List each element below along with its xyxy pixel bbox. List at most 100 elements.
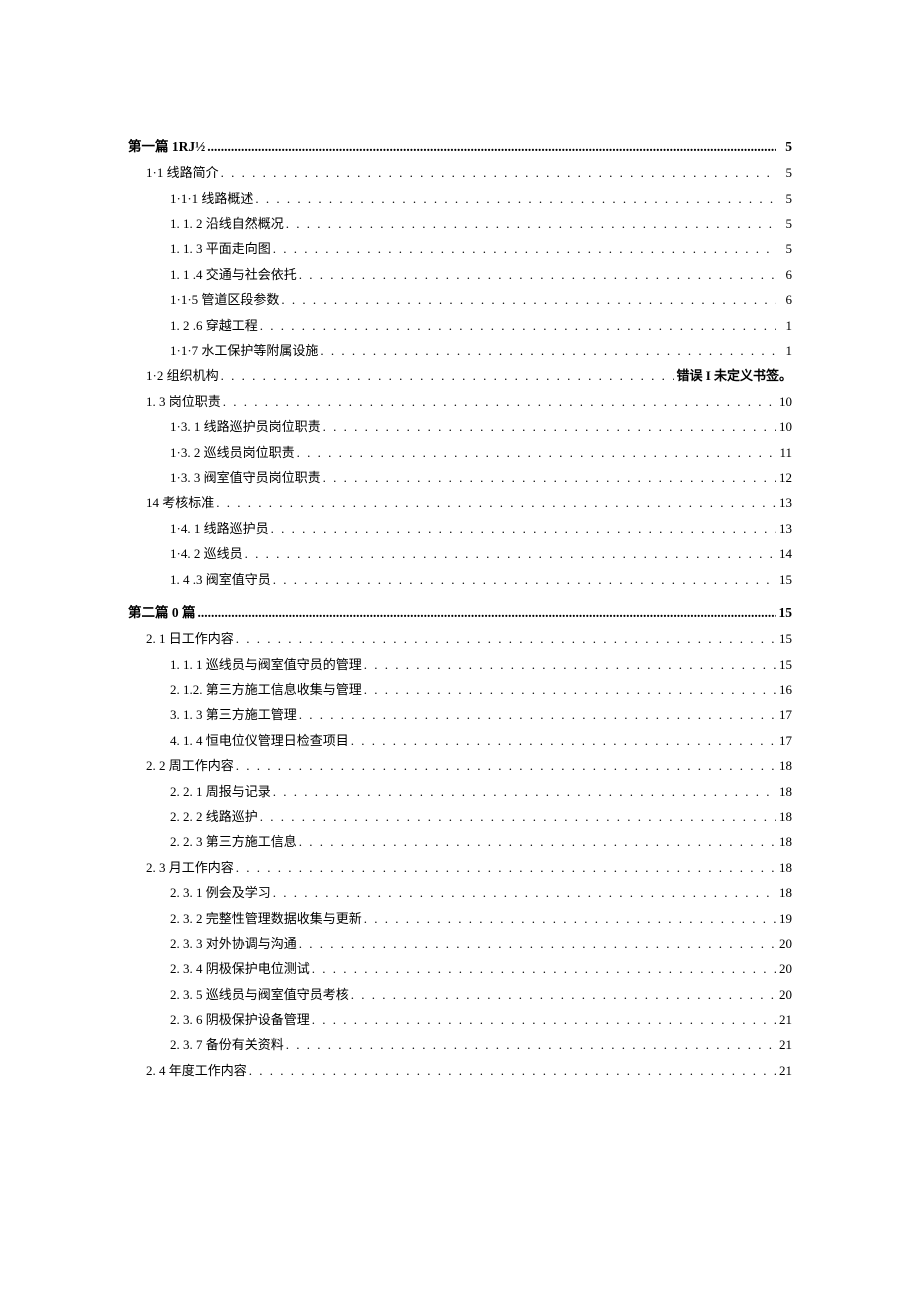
- toc-entry: 2. 3. 2 完整性管理数据收集与更新19: [128, 907, 792, 930]
- toc-leader-dots: [364, 653, 776, 676]
- toc-entry: 2. 4 年度工作内容 21: [128, 1059, 792, 1082]
- toc-leader-dots: [207, 135, 776, 159]
- toc-entry: 2. 2. 1 周报与记录 18: [128, 780, 792, 803]
- toc-label: 2. 4 年度工作内容: [146, 1059, 247, 1082]
- toc-page-number: 11: [778, 441, 792, 464]
- toc-page-number: 15: [778, 653, 792, 676]
- toc-label: 2. 3. 6 阴极保护设备管理: [170, 1008, 310, 1031]
- toc-leader-dots: [223, 390, 776, 413]
- toc-leader-dots: [297, 441, 776, 464]
- toc-label: 1. 1. 2 沿线自然概况: [170, 212, 284, 235]
- toc-leader-dots: [299, 263, 776, 286]
- toc-page-number: 18: [778, 754, 792, 777]
- toc-entry: 1·1·5 管道区段参数6: [128, 288, 792, 311]
- toc-leader-dots: [320, 339, 776, 362]
- toc-entry: 2. 2. 3 第三方施工信息18: [128, 830, 792, 853]
- toc-leader-dots: [351, 983, 776, 1006]
- toc-entry: 1·1·1 线路概述 5: [128, 187, 792, 210]
- toc-leader-dots: [236, 627, 776, 650]
- toc-label: 2. 3. 5 巡线员与阀室值守员考核: [170, 983, 349, 1006]
- toc-page-number: 13: [778, 491, 792, 514]
- toc-page-number: 15: [778, 627, 792, 650]
- toc-leader-dots: [221, 364, 675, 387]
- toc-label: 1·2 组织机构: [146, 364, 219, 387]
- toc-label: 3. 1. 3 第三方施工管理: [170, 703, 297, 726]
- toc-leader-dots: [312, 957, 776, 980]
- toc-entry: 1. 1. 3 平面走向图 5: [128, 237, 792, 260]
- toc-page-number: 18: [778, 856, 792, 879]
- toc-page-number: 5: [778, 237, 792, 260]
- toc-leader-dots: [245, 542, 776, 565]
- toc-leader-dots: [351, 729, 776, 752]
- toc-label: 1. 1. 3 平面走向图: [170, 237, 271, 260]
- toc-leader-dots: [273, 881, 776, 904]
- toc-leader-dots: [273, 237, 776, 260]
- toc-label: 1·4. 2 巡线员: [170, 542, 243, 565]
- toc-entry: 4. 1. 4 恒电位仪管理日检查项目17: [128, 729, 792, 752]
- toc-page-number: 6: [778, 288, 792, 311]
- toc-leader-dots: [271, 517, 776, 540]
- toc-label: 第一篇 1RJ½: [128, 135, 205, 159]
- toc-label: 1·1·7 水工保护等附属设施: [170, 339, 318, 362]
- toc-entry: 2. 3 月工作内容18: [128, 856, 792, 879]
- toc-leader-dots: [249, 1059, 776, 1082]
- toc-page-number: 5: [778, 212, 792, 235]
- toc-entry: 1·2 组织机构错误 I 未定义书签。: [128, 364, 792, 387]
- toc-page-number: 1: [778, 339, 792, 362]
- toc-page-number: 20: [778, 932, 792, 955]
- toc-entry: 第二篇 0 篇15: [128, 601, 792, 625]
- toc-leader-dots: [216, 491, 776, 514]
- toc-page-number: 5: [778, 187, 792, 210]
- toc-label: 2. 2. 2 线路巡护: [170, 805, 258, 828]
- toc-entry: 1. 1. 1 巡线员与阀室值守员的管理15: [128, 653, 792, 676]
- toc-page-number: 21: [778, 1008, 792, 1031]
- toc-entry: 1. 2 .6 穿越工程1: [128, 314, 792, 337]
- toc-label: 1. 3 岗位职责: [146, 390, 221, 413]
- toc-leader-dots: [299, 932, 776, 955]
- toc-label: 2. 2. 3 第三方施工信息: [170, 830, 297, 853]
- toc-leader-dots: [312, 1008, 776, 1031]
- toc-leader-dots: [364, 678, 776, 701]
- toc-page-number: 18: [778, 881, 792, 904]
- toc-label: 2. 1 日工作内容: [146, 627, 234, 650]
- toc-page-number: 17: [778, 703, 792, 726]
- toc-leader-dots: [299, 703, 776, 726]
- toc-label: 1. 1 .4 交通与社会依托: [170, 263, 297, 286]
- toc-label: 第二篇 0 篇: [128, 601, 196, 625]
- toc-label: 2. 3. 3 对外协调与沟通: [170, 932, 297, 955]
- toc-entry: 2. 3. 7 备份有关资料21: [128, 1033, 792, 1056]
- toc-leader-dots: [260, 805, 776, 828]
- toc-leader-dots: [236, 754, 776, 777]
- toc-entry: 2. 3. 6 阴极保护设备管理 21: [128, 1008, 792, 1031]
- toc-entry: 1·4. 1 线路巡护员13: [128, 517, 792, 540]
- toc-entry: 2. 1.2. 第三方施工信息收集与管理16: [128, 678, 792, 701]
- toc-entry: 2. 3. 4 阴极保护电位测试20: [128, 957, 792, 980]
- toc-label: 1·3. 2 巡线员岗位职责: [170, 441, 295, 464]
- toc-leader-dots: [323, 466, 776, 489]
- toc-entry: 2. 3. 1 例会及学习 18: [128, 881, 792, 904]
- toc-leader-dots: [221, 161, 776, 184]
- toc-leader-dots: [323, 415, 776, 438]
- toc-entry: 1·1·7 水工保护等附属设施 1: [128, 339, 792, 362]
- toc-entry: 2. 2 周工作内容18: [128, 754, 792, 777]
- toc-page-number: 21: [778, 1033, 792, 1056]
- toc-page-number: 17: [778, 729, 792, 752]
- toc-page-number: 5: [778, 135, 792, 159]
- toc-entry: 1·4. 2 巡线员14: [128, 542, 792, 565]
- toc-label: 2. 3. 1 例会及学习: [170, 881, 271, 904]
- toc-entry: 1. 3 岗位职责10: [128, 390, 792, 413]
- toc-page-number: 16: [778, 678, 792, 701]
- toc-page-number: 21: [778, 1059, 792, 1082]
- toc-leader-dots: [255, 187, 776, 210]
- toc-page-number: 18: [778, 780, 792, 803]
- toc-leader-dots: [273, 568, 776, 591]
- toc-label: 2. 2. 1 周报与记录: [170, 780, 271, 803]
- toc-entry: 1. 1 .4 交通与社会依托6: [128, 263, 792, 286]
- table-of-contents: 第一篇 1RJ½51·1 线路简介51·1·1 线路概述51. 1. 2 沿线自…: [128, 135, 792, 1082]
- toc-entry: 第一篇 1RJ½ 5: [128, 135, 792, 159]
- toc-label: 1·1·1 线路概述: [170, 187, 253, 210]
- toc-entry: 2. 3. 5 巡线员与阀室值守员考核20: [128, 983, 792, 1006]
- toc-entry: 1. 1. 2 沿线自然概况 5: [128, 212, 792, 235]
- toc-entry: 1·3. 2 巡线员岗位职责 11: [128, 441, 792, 464]
- toc-label: 1·1 线路简介: [146, 161, 219, 184]
